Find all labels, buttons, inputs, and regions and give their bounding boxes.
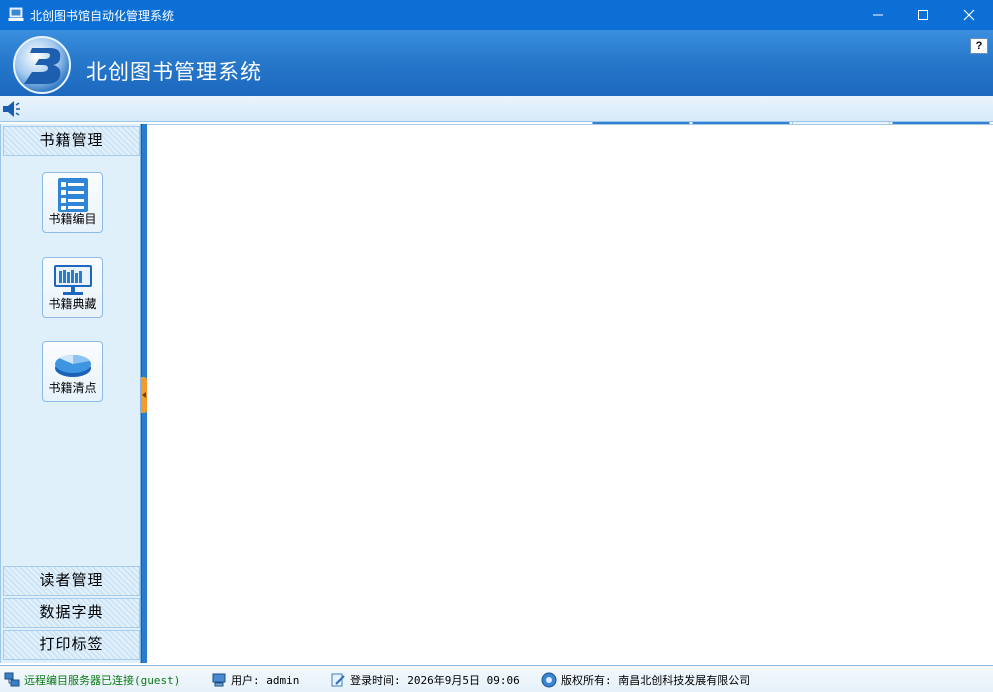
main-content-area	[147, 124, 993, 663]
login-time-text: 登录时间: 2026年9月5日 09:06	[350, 674, 520, 687]
inventory-pie-icon	[55, 354, 91, 377]
tile-book-collection[interactable]: 书籍典藏	[42, 257, 103, 318]
maximize-button[interactable]	[900, 0, 946, 30]
group-print-labels[interactable]: 打印标签	[3, 630, 140, 660]
status-connection: 远程编目服务器已连接(guest)	[4, 671, 180, 689]
connection-status-text: 远程编目服务器已连接(guest)	[24, 674, 181, 687]
help-button[interactable]: ?	[970, 38, 988, 54]
window-title: 北创图书馆自动化管理系统	[30, 9, 175, 23]
maximize-icon	[918, 10, 928, 20]
status-login-time: 登录时间: 2026年9月5日 09:06	[330, 671, 520, 689]
computer-icon	[8, 7, 24, 21]
minimize-icon	[873, 14, 883, 16]
system-title: 北创图书管理系统	[86, 60, 262, 84]
close-icon	[963, 9, 975, 21]
catalog-list-icon	[58, 178, 88, 212]
header-banner: 北创图书管理系统 ? 常用操作 统计分析 资料管理 系统设置	[0, 30, 993, 126]
network-computers-icon	[4, 672, 20, 687]
close-button[interactable]	[946, 0, 992, 30]
app-logo	[13, 36, 71, 94]
status-copyright: 版权所有: 南昌北创科技发展有限公司	[541, 671, 750, 689]
minimize-button[interactable]	[855, 0, 901, 30]
user-text: 用户: admin	[231, 674, 300, 687]
copyright-text: 版权所有: 南昌北创科技发展有限公司	[561, 674, 751, 687]
status-bar: 远程编目服务器已连接(guest) 用户: admin 登录时间: 2026年9…	[0, 665, 993, 692]
tool-strip	[0, 96, 993, 122]
group-book-management[interactable]: 书籍管理	[3, 126, 140, 156]
group-data-dictionary[interactable]: 数据字典	[3, 598, 140, 628]
window-title-bar: 北创图书馆自动化管理系统	[0, 0, 993, 30]
speaker-icon[interactable]	[2, 99, 24, 119]
tile-label: 书籍编目	[48, 212, 97, 226]
edit-clock-icon	[331, 673, 345, 687]
tile-book-inventory[interactable]: 书籍清点	[42, 341, 103, 402]
tile-label: 书籍清点	[48, 381, 97, 395]
copyright-disc-icon	[541, 672, 557, 688]
status-user: 用户: admin	[211, 671, 299, 689]
left-nav-panel: 书籍管理 书籍编目 书籍典藏 书籍清点 读者管理 数据字典 打印标签	[0, 124, 141, 663]
group-reader-management[interactable]: 读者管理	[3, 566, 140, 596]
tile-label: 书籍典藏	[48, 297, 97, 311]
collection-monitor-icon	[54, 265, 92, 295]
user-pc-icon	[212, 673, 226, 687]
tile-book-cataloging[interactable]: 书籍编目	[42, 172, 103, 233]
